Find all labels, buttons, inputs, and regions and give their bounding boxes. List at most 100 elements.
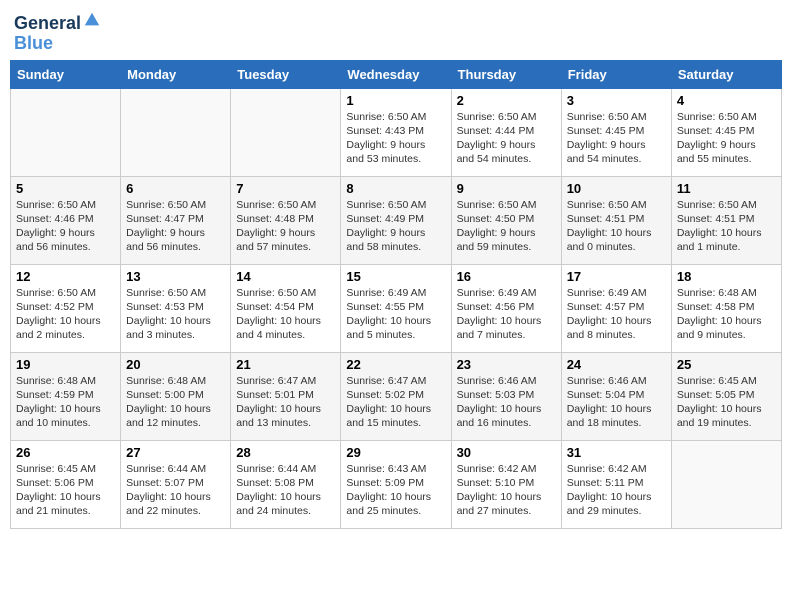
calendar-table: SundayMondayTuesdayWednesdayThursdayFrid… [10, 60, 782, 529]
day-info: Sunrise: 6:50 AM Sunset: 4:49 PM Dayligh… [346, 198, 445, 255]
calendar-day-20: 20Sunrise: 6:48 AM Sunset: 5:00 PM Dayli… [121, 352, 231, 440]
calendar-day-12: 12 Sunrise: 6:50 AM Sunset: 4:52 PM Dayli… [11, 264, 121, 352]
day-info: Sunrise: 6:49 AM Sunset: 4:57 PM Dayligh… [567, 286, 666, 343]
calendar-day-24: 24 Sunrise: 6:46 AM Sunset: 5:04 PM Dayli… [561, 352, 671, 440]
day-number: 7 [236, 181, 335, 196]
day-number: 30 [457, 445, 556, 460]
day-number: 12 [16, 269, 115, 284]
calendar-day-1: 1Sunrise: 6:50 AM Sunset: 4:43 PM Daylig… [341, 88, 451, 176]
day-number: 11 [677, 181, 776, 196]
day-number: 18 [677, 269, 776, 284]
weekday-header-thursday: Thursday [451, 60, 561, 88]
day-number: 27 [126, 445, 225, 460]
calendar-day-18: 18 Sunrise: 6:48 AM Sunset: 4:58 PM Dayli… [671, 264, 781, 352]
day-info: Sunrise: 6:42 AM Sunset: 5:10 PM Dayligh… [457, 462, 556, 519]
logo-icon [83, 11, 101, 29]
weekday-header-monday: Monday [121, 60, 231, 88]
calendar-day-31: 31 Sunrise: 6:42 AM Sunset: 5:11 PM Dayli… [561, 440, 671, 528]
day-number: 24 [567, 357, 666, 372]
day-number: 1 [346, 93, 445, 108]
day-number: 15 [346, 269, 445, 284]
day-number: 13 [126, 269, 225, 284]
calendar-day-7: 7 Sunrise: 6:50 AM Sunset: 4:48 PM Daylig… [231, 176, 341, 264]
day-info: Sunrise: 6:49 AM Sunset: 4:55 PM Dayligh… [346, 286, 445, 343]
day-number: 14 [236, 269, 335, 284]
logo: General Blue [14, 14, 101, 54]
weekday-header-friday: Friday [561, 60, 671, 88]
calendar-week-row: 19 Sunrise: 6:48 AM Sunset: 4:59 PM Dayli… [11, 352, 782, 440]
day-info: Sunrise: 6:48 AM Sunset: 4:58 PM Dayligh… [677, 286, 776, 343]
weekday-header-sunday: Sunday [11, 60, 121, 88]
day-info: Sunrise: 6:50 AM Sunset: 4:53 PM Dayligh… [126, 286, 225, 343]
day-info: Sunrise: 6:44 AM Sunset: 5:08 PM Dayligh… [236, 462, 335, 519]
calendar-week-row: 12 Sunrise: 6:50 AM Sunset: 4:52 PM Dayli… [11, 264, 782, 352]
day-info: Sunrise: 6:49 AM Sunset: 4:56 PM Dayligh… [457, 286, 556, 343]
day-info: Sunrise: 6:42 AM Sunset: 5:11 PM Dayligh… [567, 462, 666, 519]
day-info: Sunrise: 6:44 AM Sunset: 5:07 PM Dayligh… [126, 462, 225, 519]
day-number: 5 [16, 181, 115, 196]
day-info: Sunrise: 6:45 AM Sunset: 5:05 PM Dayligh… [677, 374, 776, 431]
day-info: Sunrise: 6:50 AM Sunset: 4:45 PM Dayligh… [567, 110, 666, 167]
day-number: 2 [457, 93, 556, 108]
calendar-day-27: 27 Sunrise: 6:44 AM Sunset: 5:07 PM Dayli… [121, 440, 231, 528]
calendar-day-22: 22Sunrise: 6:47 AM Sunset: 5:02 PM Dayli… [341, 352, 451, 440]
page-header: General Blue [10, 10, 782, 54]
day-info: Sunrise: 6:50 AM Sunset: 4:52 PM Dayligh… [16, 286, 115, 343]
calendar-day-16: 16 Sunrise: 6:49 AM Sunset: 4:56 PM Dayli… [451, 264, 561, 352]
day-number: 17 [567, 269, 666, 284]
day-number: 29 [346, 445, 445, 460]
day-info: Sunrise: 6:48 AM Sunset: 5:00 PM Dayligh… [126, 374, 225, 431]
calendar-empty-cell [11, 88, 121, 176]
day-number: 26 [16, 445, 115, 460]
calendar-day-11: 11 Sunrise: 6:50 AM Sunset: 4:51 PM Dayli… [671, 176, 781, 264]
calendar-day-5: 5 Sunrise: 6:50 AM Sunset: 4:46 PM Daylig… [11, 176, 121, 264]
day-number: 4 [677, 93, 776, 108]
day-info: Sunrise: 6:50 AM Sunset: 4:46 PM Dayligh… [16, 198, 115, 255]
day-number: 31 [567, 445, 666, 460]
calendar-week-row: 26Sunrise: 6:45 AM Sunset: 5:06 PM Dayli… [11, 440, 782, 528]
day-number: 21 [236, 357, 335, 372]
weekday-header-tuesday: Tuesday [231, 60, 341, 88]
calendar-day-4: 4 Sunrise: 6:50 AM Sunset: 4:45 PM Daylig… [671, 88, 781, 176]
day-number: 25 [677, 357, 776, 372]
day-number: 23 [457, 357, 556, 372]
day-number: 9 [457, 181, 556, 196]
day-number: 10 [567, 181, 666, 196]
day-number: 16 [457, 269, 556, 284]
day-number: 3 [567, 93, 666, 108]
day-info: Sunrise: 6:46 AM Sunset: 5:04 PM Dayligh… [567, 374, 666, 431]
calendar-day-8: 8 Sunrise: 6:50 AM Sunset: 4:49 PM Daylig… [341, 176, 451, 264]
day-info: Sunrise: 6:50 AM Sunset: 4:48 PM Dayligh… [236, 198, 335, 255]
calendar-day-9: 9 Sunrise: 6:50 AM Sunset: 4:50 PM Daylig… [451, 176, 561, 264]
calendar-day-6: 6 Sunrise: 6:50 AM Sunset: 4:47 PM Daylig… [121, 176, 231, 264]
day-info: Sunrise: 6:48 AM Sunset: 4:59 PM Dayligh… [16, 374, 115, 431]
day-info: Sunrise: 6:50 AM Sunset: 4:51 PM Dayligh… [567, 198, 666, 255]
calendar-day-3: 3 Sunrise: 6:50 AM Sunset: 4:45 PM Daylig… [561, 88, 671, 176]
day-info: Sunrise: 6:47 AM Sunset: 5:01 PM Dayligh… [236, 374, 335, 431]
weekday-header-saturday: Saturday [671, 60, 781, 88]
day-info: Sunrise: 6:50 AM Sunset: 4:50 PM Dayligh… [457, 198, 556, 255]
day-number: 8 [346, 181, 445, 196]
calendar-empty-cell [671, 440, 781, 528]
day-info: Sunrise: 6:50 AM Sunset: 4:47 PM Dayligh… [126, 198, 225, 255]
day-number: 22 [346, 357, 445, 372]
calendar-day-17: 17 Sunrise: 6:49 AM Sunset: 4:57 PM Dayli… [561, 264, 671, 352]
day-number: 19 [16, 357, 115, 372]
day-info: Sunrise: 6:50 AM Sunset: 4:51 PM Dayligh… [677, 198, 776, 255]
calendar-day-28: 28 Sunrise: 6:44 AM Sunset: 5:08 PM Dayli… [231, 440, 341, 528]
weekday-header-wednesday: Wednesday [341, 60, 451, 88]
calendar-day-23: 23 Sunrise: 6:46 AM Sunset: 5:03 PM Dayli… [451, 352, 561, 440]
day-number: 6 [126, 181, 225, 196]
day-info: Sunrise: 6:43 AM Sunset: 5:09 PM Dayligh… [346, 462, 445, 519]
day-info: Sunrise: 6:50 AM Sunset: 4:44 PM Dayligh… [457, 110, 556, 167]
day-number: 28 [236, 445, 335, 460]
calendar-empty-cell [231, 88, 341, 176]
day-info: Sunrise: 6:46 AM Sunset: 5:03 PM Dayligh… [457, 374, 556, 431]
logo-blue: Blue [14, 34, 101, 54]
calendar-day-13: 13 Sunrise: 6:50 AM Sunset: 4:53 PM Dayli… [121, 264, 231, 352]
day-info: Sunrise: 6:50 AM Sunset: 4:45 PM Dayligh… [677, 110, 776, 167]
calendar-day-10: 10 Sunrise: 6:50 AM Sunset: 4:51 PM Dayli… [561, 176, 671, 264]
calendar-day-30: 30 Sunrise: 6:42 AM Sunset: 5:10 PM Dayli… [451, 440, 561, 528]
calendar-day-21: 21 Sunrise: 6:47 AM Sunset: 5:01 PM Dayli… [231, 352, 341, 440]
calendar-day-29: 29 Sunrise: 6:43 AM Sunset: 5:09 PM Dayli… [341, 440, 451, 528]
